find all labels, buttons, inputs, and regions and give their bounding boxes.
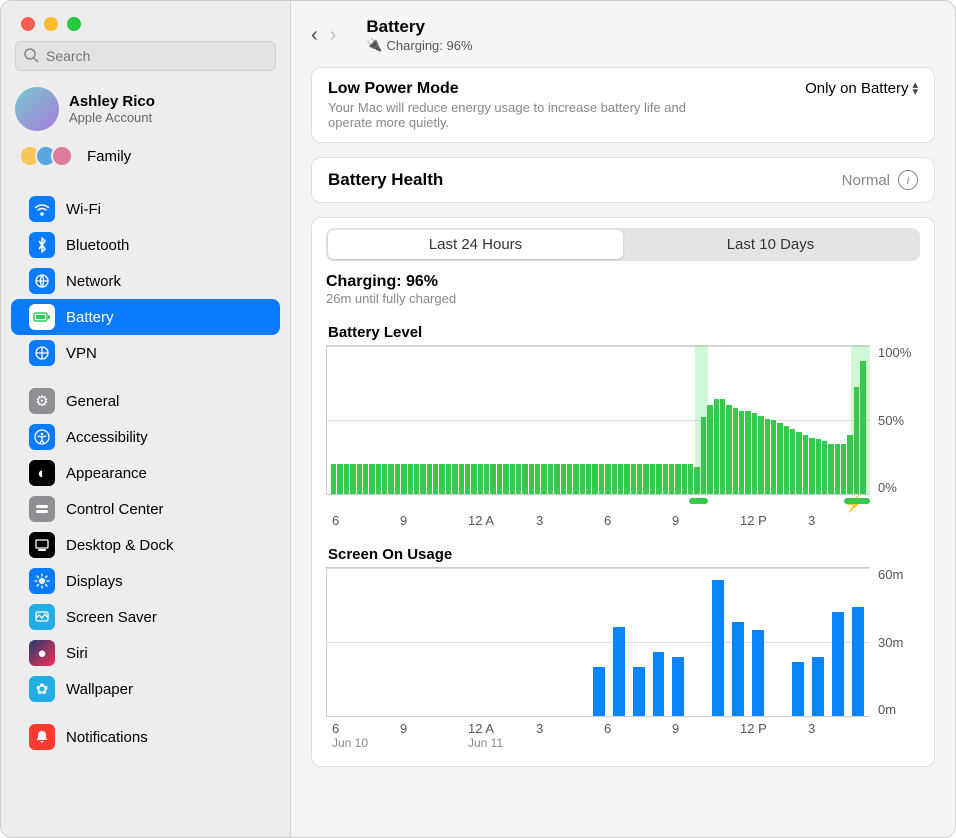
screen-on-y-axis: 60m 30m 0m [870, 567, 920, 717]
screen-on-x-axis: 6912 A36912 P3 [326, 717, 870, 736]
tab-last-24-hours[interactable]: Last 24 Hours [328, 230, 623, 259]
low-power-mode-card: Low Power Mode Your Mac will reduce ener… [311, 67, 935, 143]
sidebar-item-label: VPN [66, 345, 97, 362]
family-label: Family [87, 148, 131, 165]
vpn-icon [29, 340, 55, 366]
back-button[interactable]: ‹ [311, 24, 318, 47]
charging-indicator-icon: 🔌 [366, 37, 382, 53]
battery-level-chart: ⚡ 100% 50% 0% [326, 345, 920, 495]
sidebar-item-label: Battery [66, 309, 114, 326]
low-power-mode-title: Low Power Mode [328, 80, 688, 98]
sidebar-item-label: Screen Saver [66, 609, 157, 626]
sidebar-item-appearance[interactable]: ◐ Appearance [1, 455, 290, 491]
minimize-button[interactable] [44, 17, 58, 31]
sidebar-item-label: General [66, 393, 119, 410]
sidebar-item-label: Notifications [66, 729, 148, 746]
sidebar-item-displays[interactable]: Displays [1, 563, 290, 599]
low-power-mode-select[interactable]: Only on Battery ▴▾ [805, 80, 918, 97]
screen-on-plot [326, 567, 870, 717]
sidebar-item-control-center[interactable]: Control Center [1, 491, 290, 527]
time-range-segmented[interactable]: Last 24 Hours Last 10 Days [326, 228, 920, 261]
screen-saver-icon [29, 604, 55, 630]
battery-health-status: Normal [842, 172, 890, 189]
sidebar-item-siri[interactable]: ● Siri [1, 635, 290, 671]
appearance-icon: ◐ [29, 460, 55, 486]
wifi-icon [29, 196, 55, 222]
chevron-up-down-icon: ▴▾ [912, 82, 918, 96]
sidebar-item-bluetooth[interactable]: Bluetooth [1, 227, 290, 263]
bolt-icon: ⚡ [844, 494, 864, 514]
sidebar-item-label: Accessibility [66, 429, 148, 446]
header: ‹ › Battery 🔌 Charging: 96% [311, 13, 935, 67]
sidebar-item-label: Siri [66, 645, 88, 662]
sidebar-item-wallpaper[interactable]: ✿ Wallpaper [1, 671, 290, 707]
notifications-icon [29, 724, 55, 750]
screen-on-chart: 60m 30m 0m [326, 567, 920, 717]
sidebar-item-wifi[interactable]: Wi-Fi [1, 191, 290, 227]
bluetooth-icon [29, 232, 55, 258]
sidebar-item-label: Desktop & Dock [66, 537, 174, 554]
tab-last-10-days[interactable]: Last 10 Days [623, 230, 918, 259]
charging-subline: 26m until fully charged [326, 291, 920, 306]
usage-card: Last 24 Hours Last 10 Days Charging: 96%… [311, 217, 935, 767]
close-button[interactable] [21, 17, 35, 31]
sidebar-item-label: Displays [66, 573, 123, 590]
gear-icon: ⚙ [29, 388, 55, 414]
sidebar-item-label: Control Center [66, 501, 164, 518]
sidebar-item-vpn[interactable]: VPN [1, 335, 290, 371]
sidebar-item-network[interactable]: Network [1, 263, 290, 299]
sidebar-item-label: Wallpaper [66, 681, 133, 698]
sidebar: Ashley Rico Apple Account Family Wi-Fi B… [1, 1, 291, 837]
sidebar-item-label: Wi-Fi [66, 201, 101, 218]
system-settings-window: Ashley Rico Apple Account Family Wi-Fi B… [0, 0, 956, 838]
battery-level-plot: ⚡ [326, 345, 870, 495]
sidebar-item-label: Appearance [66, 465, 147, 482]
battery-icon [29, 304, 55, 330]
charging-headline: Charging: 96% [326, 273, 920, 291]
low-power-mode-value: Only on Battery [805, 80, 908, 97]
search-icon [23, 47, 39, 68]
account-name: Ashley Rico [69, 93, 155, 110]
sidebar-item-notifications[interactable]: Notifications [1, 719, 290, 755]
sidebar-item-desktop-dock[interactable]: Desktop & Dock [1, 527, 290, 563]
battery-level-x-axis: 6912 A36912 P3 [326, 509, 870, 528]
desktop-dock-icon [29, 532, 55, 558]
sidebar-item-battery[interactable]: Battery [11, 299, 280, 335]
siri-icon: ● [29, 640, 55, 666]
sidebar-item-family[interactable]: Family [1, 137, 290, 179]
displays-icon [29, 568, 55, 594]
info-icon[interactable]: i [898, 170, 918, 190]
network-icon [29, 268, 55, 294]
battery-health-title: Battery Health [328, 170, 443, 190]
screen-on-title: Screen On Usage [328, 546, 920, 563]
family-avatars [25, 145, 73, 167]
sidebar-item-screen-saver[interactable]: Screen Saver [1, 599, 290, 635]
page-subtitle: 🔌 Charging: 96% [366, 37, 472, 53]
accessibility-icon [29, 424, 55, 450]
account-subtitle: Apple Account [69, 110, 155, 125]
sidebar-item-general[interactable]: ⚙ General [1, 383, 290, 419]
low-power-mode-desc: Your Mac will reduce energy usage to inc… [328, 100, 688, 130]
wallpaper-icon: ✿ [29, 676, 55, 702]
maximize-button[interactable] [67, 17, 81, 31]
page-title: Battery [366, 17, 472, 37]
sidebar-item-label: Bluetooth [66, 237, 129, 254]
window-controls [1, 1, 290, 41]
search-input[interactable] [15, 41, 276, 71]
battery-health-card: Battery Health Normal i [311, 157, 935, 203]
control-center-icon [29, 496, 55, 522]
battery-level-y-axis: 100% 50% 0% [870, 345, 920, 495]
sidebar-item-label: Network [66, 273, 121, 290]
main-content: ‹ › Battery 🔌 Charging: 96% Low Power Mo… [291, 1, 955, 837]
avatar [15, 87, 59, 131]
apple-account-row[interactable]: Ashley Rico Apple Account [1, 81, 290, 137]
sidebar-item-accessibility[interactable]: Accessibility [1, 419, 290, 455]
battery-level-title: Battery Level [328, 324, 920, 341]
x-axis-dates: Jun 10Jun 11 [326, 736, 870, 750]
forward-button[interactable]: › [330, 24, 337, 47]
